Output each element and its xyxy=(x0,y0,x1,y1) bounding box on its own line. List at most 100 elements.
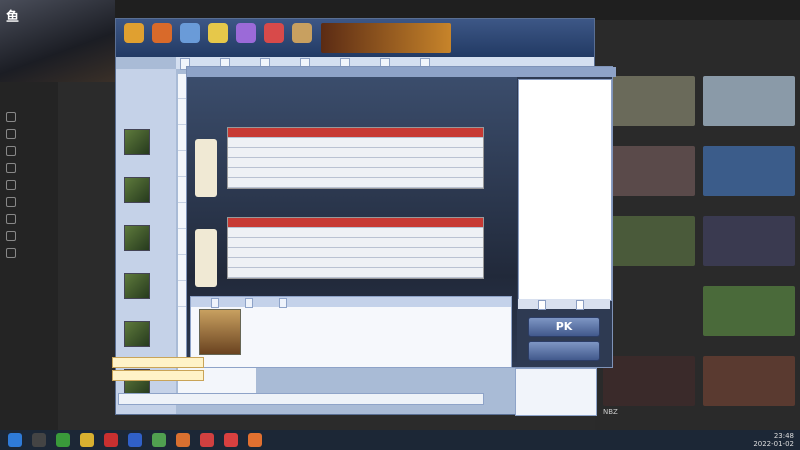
settings-tab[interactable] xyxy=(538,300,546,310)
notice-item xyxy=(112,357,204,368)
cancel-pk-button[interactable]: PK xyxy=(528,317,600,337)
game-mode-tile[interactable] xyxy=(124,225,150,251)
chat-tab[interactable] xyxy=(245,298,253,308)
stream-title[interactable] xyxy=(703,408,795,422)
settings-row xyxy=(523,94,609,103)
chat-tab[interactable] xyxy=(279,298,287,308)
site-topbar xyxy=(0,0,800,20)
settings-row xyxy=(523,220,609,229)
stream-title[interactable] xyxy=(703,198,795,212)
game-mode-tile[interactable] xyxy=(124,129,150,155)
seat-row[interactable] xyxy=(228,228,483,238)
settings-row xyxy=(523,157,609,166)
settings-row xyxy=(523,252,609,261)
stream-title[interactable] xyxy=(603,128,695,142)
settings-row xyxy=(523,105,609,114)
taskbar-app-icon[interactable] xyxy=(224,433,238,447)
stream-thumbnail[interactable] xyxy=(603,356,695,406)
stream-thumbnail[interactable] xyxy=(703,76,795,126)
sidebar-item[interactable] xyxy=(0,229,58,246)
settings-row xyxy=(523,241,609,250)
stream-title[interactable] xyxy=(603,198,695,212)
taskbar-app-icon[interactable] xyxy=(8,433,22,447)
taskbar-app-icon[interactable] xyxy=(128,433,142,447)
table-window-title xyxy=(187,67,616,77)
sidebar-item[interactable] xyxy=(0,178,58,195)
sidebar-item[interactable] xyxy=(0,161,58,178)
settings-row xyxy=(523,210,609,219)
seat-board xyxy=(227,217,484,279)
taskbar-app-icon[interactable] xyxy=(32,433,46,447)
chat-input[interactable] xyxy=(118,393,484,405)
settings-tab[interactable] xyxy=(576,300,584,310)
seat-row[interactable] xyxy=(228,158,483,168)
stream-title[interactable] xyxy=(703,268,795,282)
taskbar-app-icon[interactable] xyxy=(80,433,94,447)
taskbar-app-icon[interactable] xyxy=(56,433,70,447)
banner-app-icon[interactable] xyxy=(236,23,256,43)
stream-thumbnail[interactable] xyxy=(703,146,795,196)
stream-title[interactable] xyxy=(603,338,695,352)
banner-advert[interactable] xyxy=(321,23,451,53)
stream-thumbnail[interactable] xyxy=(703,356,795,406)
banner-app-icon[interactable] xyxy=(264,23,284,43)
sidebar-item[interactable] xyxy=(0,212,58,229)
settings-tabs xyxy=(518,299,610,310)
stream-title[interactable] xyxy=(603,268,695,282)
room-settings-panel xyxy=(518,79,612,301)
sidebar-item[interactable] xyxy=(0,127,58,144)
seat-row[interactable] xyxy=(228,178,483,188)
player-info-panel xyxy=(515,368,597,416)
seat-row[interactable] xyxy=(228,238,483,248)
team-tag xyxy=(195,229,217,287)
game-mode-tile[interactable] xyxy=(124,321,150,347)
windows-taskbar: 23:48 2022-01-02 xyxy=(0,430,800,450)
board-header xyxy=(228,128,483,138)
exit-button[interactable] xyxy=(528,341,600,361)
nav-icon xyxy=(6,163,16,173)
seat-board xyxy=(227,127,484,189)
taskbar-app-icon[interactable] xyxy=(152,433,166,447)
settings-row xyxy=(523,126,609,135)
stream-thumbnail[interactable] xyxy=(703,216,795,266)
settings-row xyxy=(523,168,609,177)
taskbar-app-icon[interactable] xyxy=(104,433,118,447)
stream-thumbnail[interactable] xyxy=(603,216,695,266)
sidebar-item[interactable] xyxy=(0,246,58,263)
settings-row xyxy=(523,115,609,124)
sidebar-item[interactable] xyxy=(0,144,58,161)
banner-app-icon[interactable] xyxy=(180,23,200,43)
seat-row[interactable] xyxy=(228,148,483,158)
sidebar-item[interactable] xyxy=(0,195,58,212)
streamer-webcam: 鱼 xyxy=(0,0,115,82)
recommended-streams-panel: NBZ xyxy=(595,20,800,430)
seat-row[interactable] xyxy=(228,168,483,178)
taskbar-app-icon[interactable] xyxy=(176,433,190,447)
banner-app-icon[interactable] xyxy=(292,23,312,43)
game-mode-tile[interactable] xyxy=(124,273,150,299)
taskbar-app-icon[interactable] xyxy=(200,433,214,447)
stream-thumbnail[interactable] xyxy=(703,286,795,336)
stream-thumbnail[interactable] xyxy=(603,286,695,336)
banner-app-icon[interactable] xyxy=(124,23,144,43)
sidebar-item[interactable] xyxy=(0,110,58,127)
stream-title[interactable] xyxy=(703,128,795,142)
settings-row xyxy=(523,147,609,156)
game-mode-tile[interactable] xyxy=(124,177,150,203)
banner-app-icon[interactable] xyxy=(208,23,228,43)
seat-row[interactable] xyxy=(228,258,483,268)
stream-title[interactable]: NBZ xyxy=(603,408,695,422)
stream-thumbnail[interactable] xyxy=(603,146,695,196)
seat-row[interactable] xyxy=(228,138,483,148)
banner-app-icon[interactable] xyxy=(152,23,172,43)
seat-row[interactable] xyxy=(228,248,483,258)
settings-row xyxy=(523,231,609,240)
taskbar-clock: 23:48 2022-01-02 xyxy=(753,432,794,448)
taskbar-app-icon[interactable] xyxy=(248,433,262,447)
stream-title[interactable] xyxy=(703,338,795,352)
chat-tabs xyxy=(191,297,511,308)
seat-row[interactable] xyxy=(228,268,483,278)
chat-tab[interactable] xyxy=(211,298,219,308)
settings-row xyxy=(523,136,609,145)
team-tag xyxy=(195,139,217,197)
